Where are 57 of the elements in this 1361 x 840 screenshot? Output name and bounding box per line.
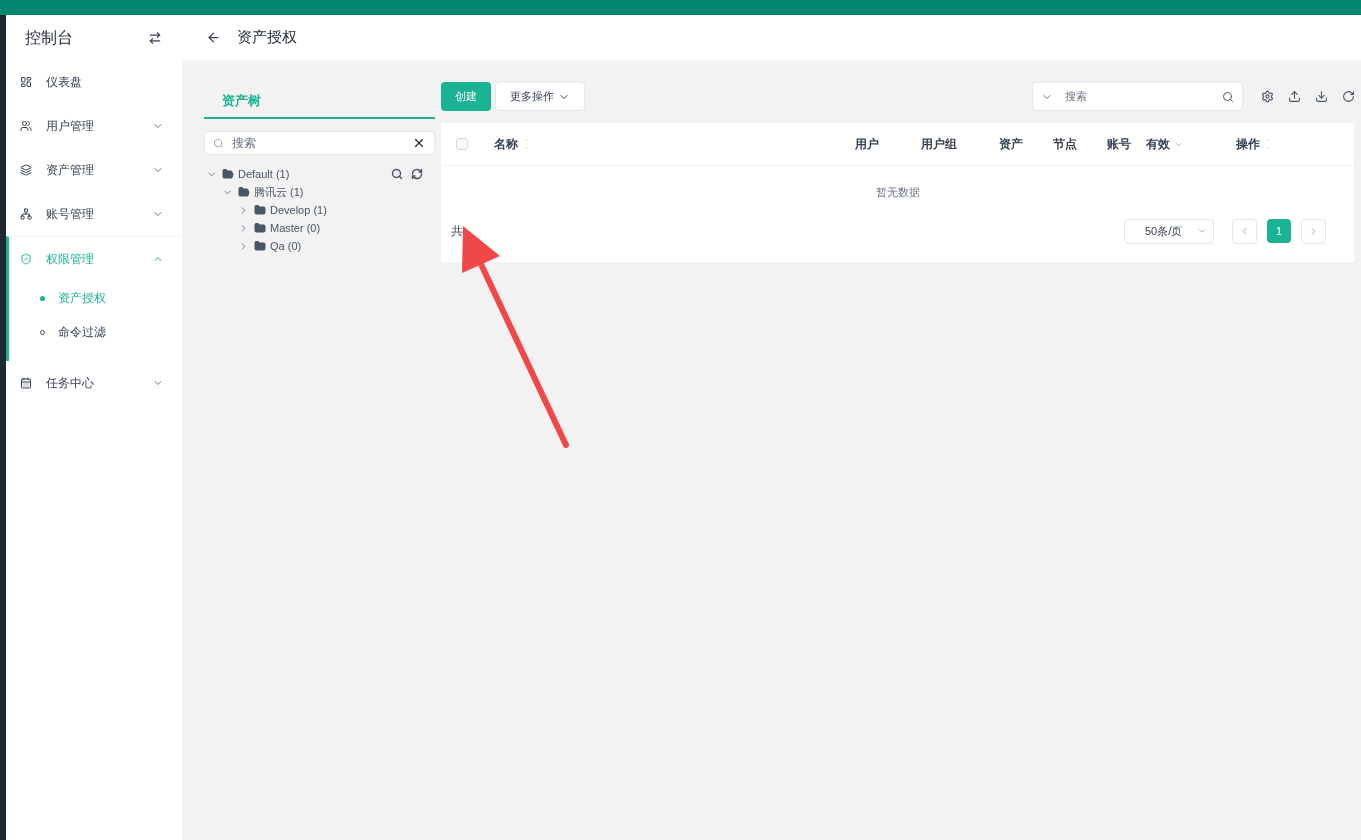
column-header[interactable]: 用户组 <box>894 135 984 153</box>
caret-icon <box>1197 226 1207 236</box>
search-field[interactable]: 搜索 <box>204 131 435 155</box>
clear-icon[interactable] <box>412 136 426 150</box>
column-header[interactable]: 有效 <box>1146 135 1236 153</box>
settings-icon[interactable] <box>1261 90 1274 103</box>
column-header[interactable]: 操作 <box>1236 135 1306 153</box>
menu-icon <box>20 76 32 88</box>
search-icon[interactable] <box>391 168 403 180</box>
tree-node[interactable]: Qa (0) <box>270 237 302 255</box>
search-icon <box>213 137 224 149</box>
page-size-select[interactable]: 50条/页 <box>1124 218 1214 244</box>
column-header[interactable]: 账号 <box>1092 135 1146 153</box>
search-icon <box>1222 90 1234 103</box>
empty-text: 暂无数据 <box>874 184 921 200</box>
search-field[interactable]: 搜索 <box>1032 82 1243 111</box>
sidebar-title: 控制台 <box>25 27 73 48</box>
menu-icon <box>20 120 32 132</box>
tree-node[interactable]: Develop (1) <box>270 201 327 219</box>
sort-icon[interactable] <box>1264 136 1272 152</box>
next-page-button[interactable] <box>1301 218 1326 244</box>
select-all-checkbox[interactable] <box>456 138 468 150</box>
refresh-icon[interactable] <box>411 168 423 180</box>
menu-icon <box>20 164 32 176</box>
column-header[interactable]: 用户 <box>840 135 894 153</box>
menu-icon <box>20 253 32 265</box>
tree-node[interactable]: Default (1) <box>238 165 290 183</box>
column-header[interactable]: 节点 <box>1038 135 1092 153</box>
sidebar-item[interactable]: 任务中心 <box>9 361 182 405</box>
sidebar-item[interactable]: 用户管理 <box>9 104 182 148</box>
folder-icon <box>254 240 266 252</box>
sidebar-item[interactable]: 资产管理 <box>9 148 182 192</box>
tree-node[interactable]: Master (0) <box>270 219 321 237</box>
download-icon[interactable] <box>1315 90 1328 103</box>
menu-icon <box>20 208 32 220</box>
column-header[interactable]: 名称 <box>494 135 840 153</box>
sort-icon[interactable] <box>522 136 530 152</box>
sidebar-item[interactable]: 仪表盘 <box>9 60 182 104</box>
search-input[interactable]: 搜索 <box>232 134 404 152</box>
folder-icon <box>238 186 250 198</box>
total-count: 共 <box>451 223 463 240</box>
submenu-item[interactable]: 命令过滤 <box>9 315 182 349</box>
prev-page-button[interactable] <box>1232 218 1257 244</box>
upload-icon[interactable] <box>1288 90 1301 103</box>
tree-node[interactable]: 腾讯云 (1) <box>254 183 304 201</box>
search-input[interactable]: 搜索 <box>1065 88 1210 105</box>
folder-icon <box>254 222 266 234</box>
folder-icon <box>222 168 234 180</box>
refresh-icon[interactable] <box>1342 90 1355 103</box>
sidebar-item[interactable]: 账号管理 <box>9 192 182 236</box>
collapse-icon[interactable] <box>148 30 162 45</box>
more-actions-button[interactable]: 更多操作 <box>495 82 585 111</box>
back-icon[interactable] <box>206 30 221 45</box>
menu-icon <box>20 377 32 389</box>
folder-icon <box>254 204 266 216</box>
column-header[interactable]: 资产 <box>984 135 1038 153</box>
page-title: 资产授权 <box>237 27 297 48</box>
